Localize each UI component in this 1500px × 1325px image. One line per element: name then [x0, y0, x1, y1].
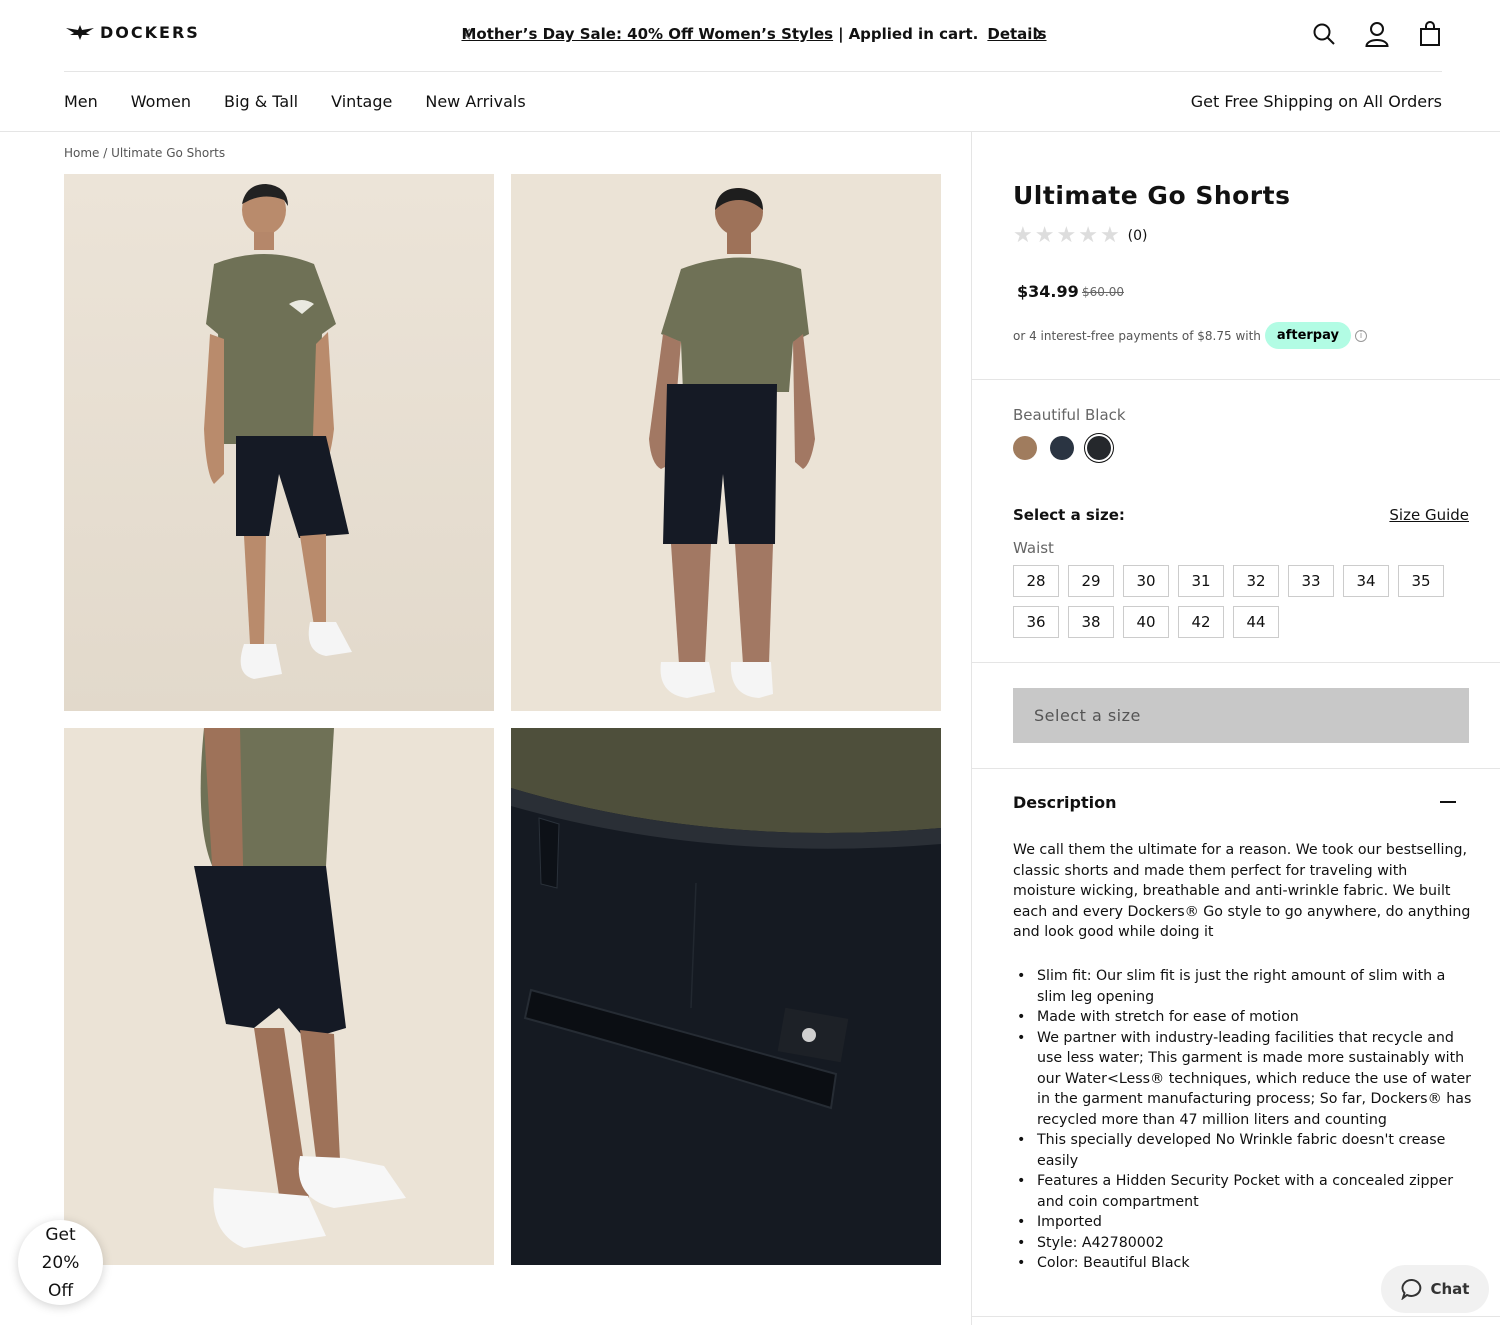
- size-option-29[interactable]: 29: [1068, 565, 1114, 597]
- divider: [972, 662, 1500, 663]
- product-image-detail[interactable]: [511, 728, 941, 1265]
- star-icon: ★: [1078, 223, 1098, 248]
- pocket-detail-illustration: [511, 728, 941, 1265]
- rating-count: (0): [1127, 227, 1148, 244]
- swatch-beautiful-black[interactable]: [1087, 436, 1111, 460]
- size-options: 28 29 30 31 32 33 34 35 36 38 40 42 44: [1013, 565, 1453, 638]
- size-option-34[interactable]: 34: [1343, 565, 1389, 597]
- search-button[interactable]: [1312, 20, 1336, 48]
- swatch-khaki[interactable]: [1013, 436, 1037, 460]
- size-option-40[interactable]: 40: [1123, 606, 1169, 638]
- discount-line-1: Get: [45, 1224, 76, 1245]
- discount-popup-button[interactable]: Get 20% Off: [18, 1220, 103, 1305]
- promo-applied-text: Applied in cart.: [848, 25, 979, 43]
- feature-list: Slim fit: Our slim fit is just the right…: [1013, 966, 1475, 1274]
- free-shipping-message[interactable]: Get Free Shipping on All Orders: [1191, 92, 1442, 111]
- afterpay-badge[interactable]: afterpay: [1264, 322, 1351, 349]
- swatch-navy[interactable]: [1050, 436, 1074, 460]
- discount-line-2: 20%: [41, 1252, 80, 1273]
- header-icons: [1312, 20, 1442, 48]
- shopping-bag-icon: [1420, 21, 1440, 46]
- waist-label: Waist: [1013, 539, 1054, 557]
- product-image-front[interactable]: [64, 174, 494, 711]
- size-option-33[interactable]: 33: [1288, 565, 1334, 597]
- promo-banner: Mother’s Day Sale: 40% Off Women’s Style…: [459, 20, 1049, 48]
- feature-item: Made with stretch for ease of motion: [1013, 1007, 1475, 1028]
- chat-button[interactable]: Chat: [1381, 1265, 1489, 1313]
- description-heading[interactable]: Description: [1013, 793, 1116, 812]
- promo-separator: |: [838, 25, 844, 43]
- model-side-illustration: [64, 728, 494, 1265]
- size-option-42[interactable]: 42: [1178, 606, 1224, 638]
- size-label: Select a size:: [1013, 506, 1125, 524]
- breadcrumb[interactable]: Home / Ultimate Go Shorts: [64, 146, 225, 160]
- color-swatches: [1013, 436, 1111, 460]
- afterpay-text: or 4 interest-free payments of $8.75 wit…: [1013, 328, 1261, 343]
- dockers-logo[interactable]: DOCKERS: [64, 22, 200, 42]
- nav-item-new-arrivals[interactable]: New Arrivals: [425, 92, 525, 111]
- promo-sale-link[interactable]: Mother’s Day Sale: 40% Off Women’s Style…: [461, 25, 833, 43]
- account-button[interactable]: [1365, 20, 1389, 48]
- top-bar: DOCKERS Mother’s Day Sale: 40% Off Women…: [64, 0, 1442, 72]
- search-icon: [1313, 23, 1335, 45]
- feature-item: This specially developed No Wrinkle fabr…: [1013, 1130, 1475, 1171]
- description-text: We call them the ultimate for a reason. …: [1013, 842, 1471, 940]
- star-icon: ★: [1034, 223, 1055, 248]
- star-icon: ★: [1099, 223, 1120, 248]
- chat-bubble-icon: [1400, 1279, 1421, 1300]
- chevron-right-icon: [1035, 28, 1043, 40]
- sale-price: $34.99: [1017, 282, 1079, 301]
- size-option-38[interactable]: 38: [1068, 606, 1114, 638]
- feature-item: Slim fit: Our slim fit is just the right…: [1013, 966, 1475, 1007]
- promo-next-button[interactable]: [1026, 22, 1050, 46]
- divider: [972, 379, 1500, 380]
- product-info-panel: Ultimate Go Shorts ★ ★ ★ ★ ★ (0) $34.99 …: [971, 131, 1500, 1325]
- user-icon: [1365, 22, 1389, 47]
- original-price: $60.00: [1082, 285, 1124, 299]
- info-icon[interactable]: i: [1354, 329, 1367, 342]
- discount-line-3: Off: [47, 1280, 74, 1301]
- collapse-minus-icon[interactable]: [1440, 801, 1456, 803]
- product-image-back[interactable]: [511, 174, 941, 711]
- size-option-30[interactable]: 30: [1123, 565, 1169, 597]
- wings-icon: [66, 25, 94, 40]
- selected-color-name: Beautiful Black: [1013, 406, 1126, 424]
- size-option-28[interactable]: 28: [1013, 565, 1059, 597]
- product-image-side[interactable]: [64, 728, 494, 1265]
- feature-item: Features a Hidden Security Pocket with a…: [1013, 1171, 1475, 1212]
- size-guide-link[interactable]: Size Guide: [1389, 506, 1469, 524]
- add-to-bag-button[interactable]: Select a size: [1013, 688, 1469, 743]
- main-nav: Men Women Big & Tall Vintage New Arrival…: [64, 72, 1442, 131]
- nav-item-women[interactable]: Women: [131, 92, 191, 111]
- brand-name: DOCKERS: [100, 22, 200, 42]
- model-back-illustration: [511, 174, 941, 711]
- model-front-illustration: [64, 174, 494, 711]
- nav-item-vintage[interactable]: Vintage: [331, 92, 392, 111]
- nav-item-men[interactable]: Men: [64, 92, 98, 111]
- feature-item: We partner with industry-leading facilit…: [1013, 1028, 1475, 1131]
- afterpay-info: or 4 interest-free payments of $8.75 wit…: [1013, 322, 1367, 349]
- divider: [972, 1316, 1500, 1317]
- rating-stars[interactable]: ★ ★ ★ ★ ★ (0): [1013, 223, 1148, 248]
- size-option-36[interactable]: 36: [1013, 606, 1059, 638]
- product-title: Ultimate Go Shorts: [1013, 181, 1291, 210]
- chat-label: Chat: [1430, 1280, 1470, 1298]
- divider: [972, 768, 1500, 769]
- star-icon: ★: [1013, 223, 1033, 248]
- size-option-31[interactable]: 31: [1178, 565, 1224, 597]
- feature-item: Style: A42780002: [1013, 1233, 1475, 1254]
- feature-item: Imported: [1013, 1212, 1475, 1233]
- cart-button[interactable]: [1418, 20, 1442, 48]
- size-option-32[interactable]: 32: [1233, 565, 1279, 597]
- star-icon: ★: [1056, 223, 1077, 248]
- size-option-35[interactable]: 35: [1398, 565, 1444, 597]
- size-option-44[interactable]: 44: [1233, 606, 1279, 638]
- nav-item-big-tall[interactable]: Big & Tall: [224, 92, 298, 111]
